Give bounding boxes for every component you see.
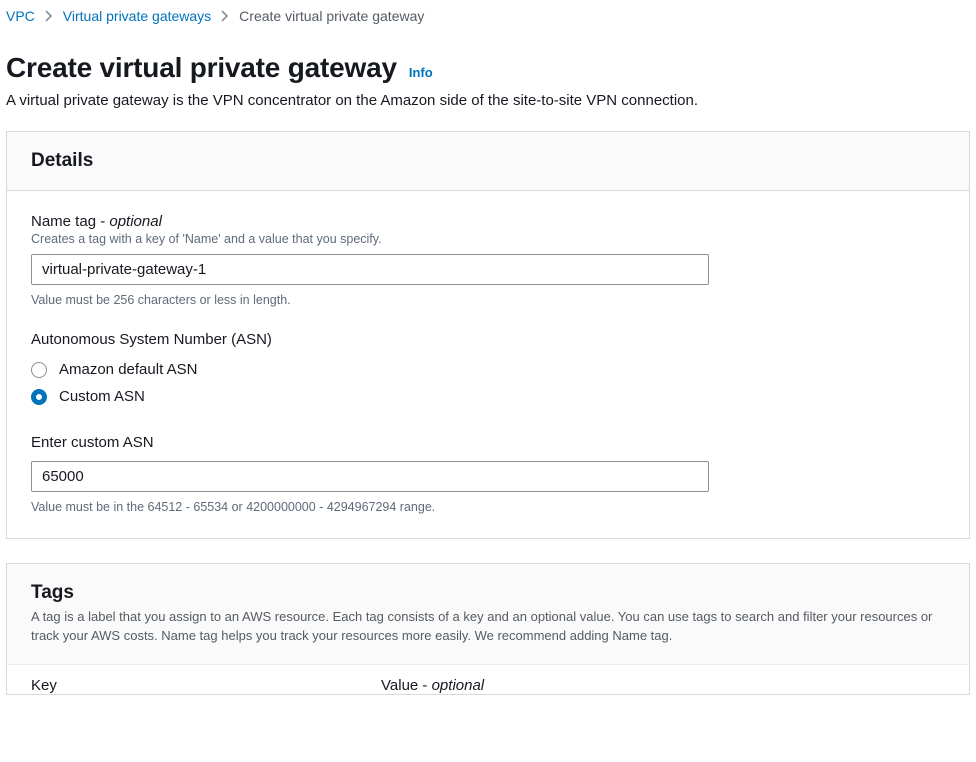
breadcrumb-current: Create virtual private gateway	[239, 8, 424, 24]
name-tag-label-text: Name tag -	[31, 213, 109, 230]
name-tag-label: Name tag - optional	[31, 213, 945, 230]
name-tag-label-optional: optional	[109, 213, 162, 230]
breadcrumb-virtual-private-gateways[interactable]: Virtual private gateways	[63, 8, 211, 24]
details-panel: Details Name tag - optional Creates a ta…	[6, 131, 970, 539]
asn-label: Autonomous System Number (ASN)	[31, 331, 945, 348]
radio-unchecked-icon	[31, 362, 47, 378]
name-tag-constraint: Value must be 256 characters or less in …	[31, 293, 945, 307]
breadcrumb: VPC Virtual private gateways Create virt…	[6, 6, 970, 30]
asn-radio-custom-label: Custom ASN	[59, 388, 145, 405]
page-description: A virtual private gateway is the VPN con…	[6, 92, 970, 109]
asn-field: Autonomous System Number (ASN) Amazon de…	[31, 331, 945, 410]
custom-asn-label: Enter custom ASN	[31, 434, 945, 451]
custom-asn-input[interactable]	[31, 461, 709, 492]
asn-radio-amazon-default[interactable]: Amazon default ASN	[31, 356, 945, 383]
breadcrumb-vpc[interactable]: VPC	[6, 8, 35, 24]
name-tag-field: Name tag - optional Creates a tag with a…	[31, 213, 945, 307]
chevron-right-icon	[221, 10, 229, 22]
tags-col-key: Key	[31, 677, 381, 694]
tags-columns-header: Key Value - optional	[7, 664, 969, 694]
chevron-right-icon	[45, 10, 53, 22]
tags-col-value: Value - optional	[381, 677, 484, 694]
asn-radio-amazon-default-label: Amazon default ASN	[59, 361, 197, 378]
page-title: Create virtual private gateway	[6, 52, 397, 84]
custom-asn-constraint: Value must be in the 64512 - 65534 or 42…	[31, 500, 945, 514]
tags-panel-description: A tag is a label that you assign to an A…	[31, 608, 945, 646]
asn-radio-custom[interactable]: Custom ASN	[31, 383, 945, 410]
name-tag-input[interactable]	[31, 254, 709, 285]
tags-col-value-text: Value -	[381, 677, 432, 694]
name-tag-help: Creates a tag with a key of 'Name' and a…	[31, 232, 945, 246]
tags-panel-title: Tags	[31, 582, 945, 604]
details-panel-title: Details	[31, 150, 945, 172]
info-link[interactable]: Info	[409, 65, 433, 80]
tags-col-value-optional: optional	[432, 677, 485, 694]
tags-panel: Tags A tag is a label that you assign to…	[6, 563, 970, 695]
radio-checked-icon	[31, 389, 47, 405]
custom-asn-field: Enter custom ASN Value must be in the 64…	[31, 434, 945, 514]
